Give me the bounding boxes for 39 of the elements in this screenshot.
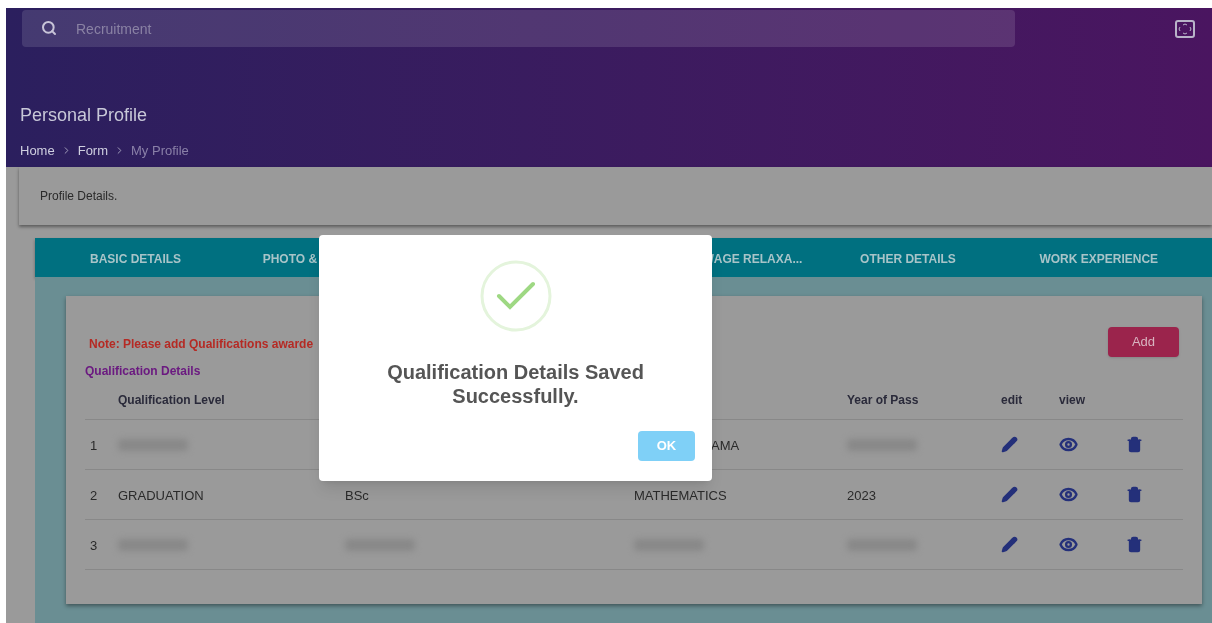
- ok-button[interactable]: OK: [638, 431, 695, 461]
- tab[interactable]: WORK EXPERIENCE: [1039, 251, 1159, 266]
- tab[interactable]: PHOTO &: [262, 251, 318, 266]
- breadcrumb-link[interactable]: Home: [20, 141, 55, 161]
- search-icon: [41, 20, 57, 36]
- edit-icon[interactable]: [1001, 536, 1018, 553]
- delete-icon[interactable]: [1126, 436, 1143, 453]
- edit-icon[interactable]: [1001, 436, 1018, 453]
- add-button[interactable]: Add: [1108, 327, 1179, 357]
- view-icon[interactable]: [1059, 435, 1078, 454]
- edit-icon[interactable]: [1001, 486, 1018, 503]
- dialog-title: Qualification Details Saved Successfully.: [386, 360, 645, 408]
- row-number: 1: [90, 437, 98, 453]
- note-text: Note: Please add Qualifications awarde: [89, 336, 314, 353]
- row-number: 2: [90, 487, 98, 503]
- table-cell: BSc: [345, 487, 369, 503]
- tab[interactable]: OTHER DETAILS: [860, 251, 956, 266]
- delete-icon[interactable]: [1126, 486, 1143, 503]
- view-icon[interactable]: [1059, 535, 1078, 554]
- view-icon[interactable]: [1059, 485, 1078, 504]
- breadcrumb-link[interactable]: My Profile: [131, 141, 189, 161]
- fullscreen-icon[interactable]: [1175, 19, 1195, 38]
- column-header: Year of Pass: [847, 392, 919, 407]
- column-header: view: [1059, 392, 1085, 407]
- breadcrumb-link[interactable]: Form: [77, 141, 109, 161]
- tab[interactable]: BASIC DETAILS: [90, 251, 182, 266]
- tab[interactable]: /AGE RELAXA...: [710, 251, 803, 266]
- table-cell: MATHEMATICS: [634, 487, 727, 503]
- row-number: 3: [90, 537, 98, 553]
- column-header: Qualification Level: [118, 392, 225, 407]
- table-cell: GRADUATION: [118, 487, 204, 503]
- delete-icon[interactable]: [1126, 536, 1143, 553]
- column-header: edit: [1001, 392, 1023, 407]
- table-cell: 2023: [847, 487, 876, 503]
- card-title: Profile Details.: [40, 188, 118, 205]
- section-title: Qualification Details: [85, 363, 201, 380]
- table-cell: AMA: [711, 437, 740, 453]
- page-title: Personal Profile: [20, 104, 148, 127]
- check-icon: [479, 260, 552, 332]
